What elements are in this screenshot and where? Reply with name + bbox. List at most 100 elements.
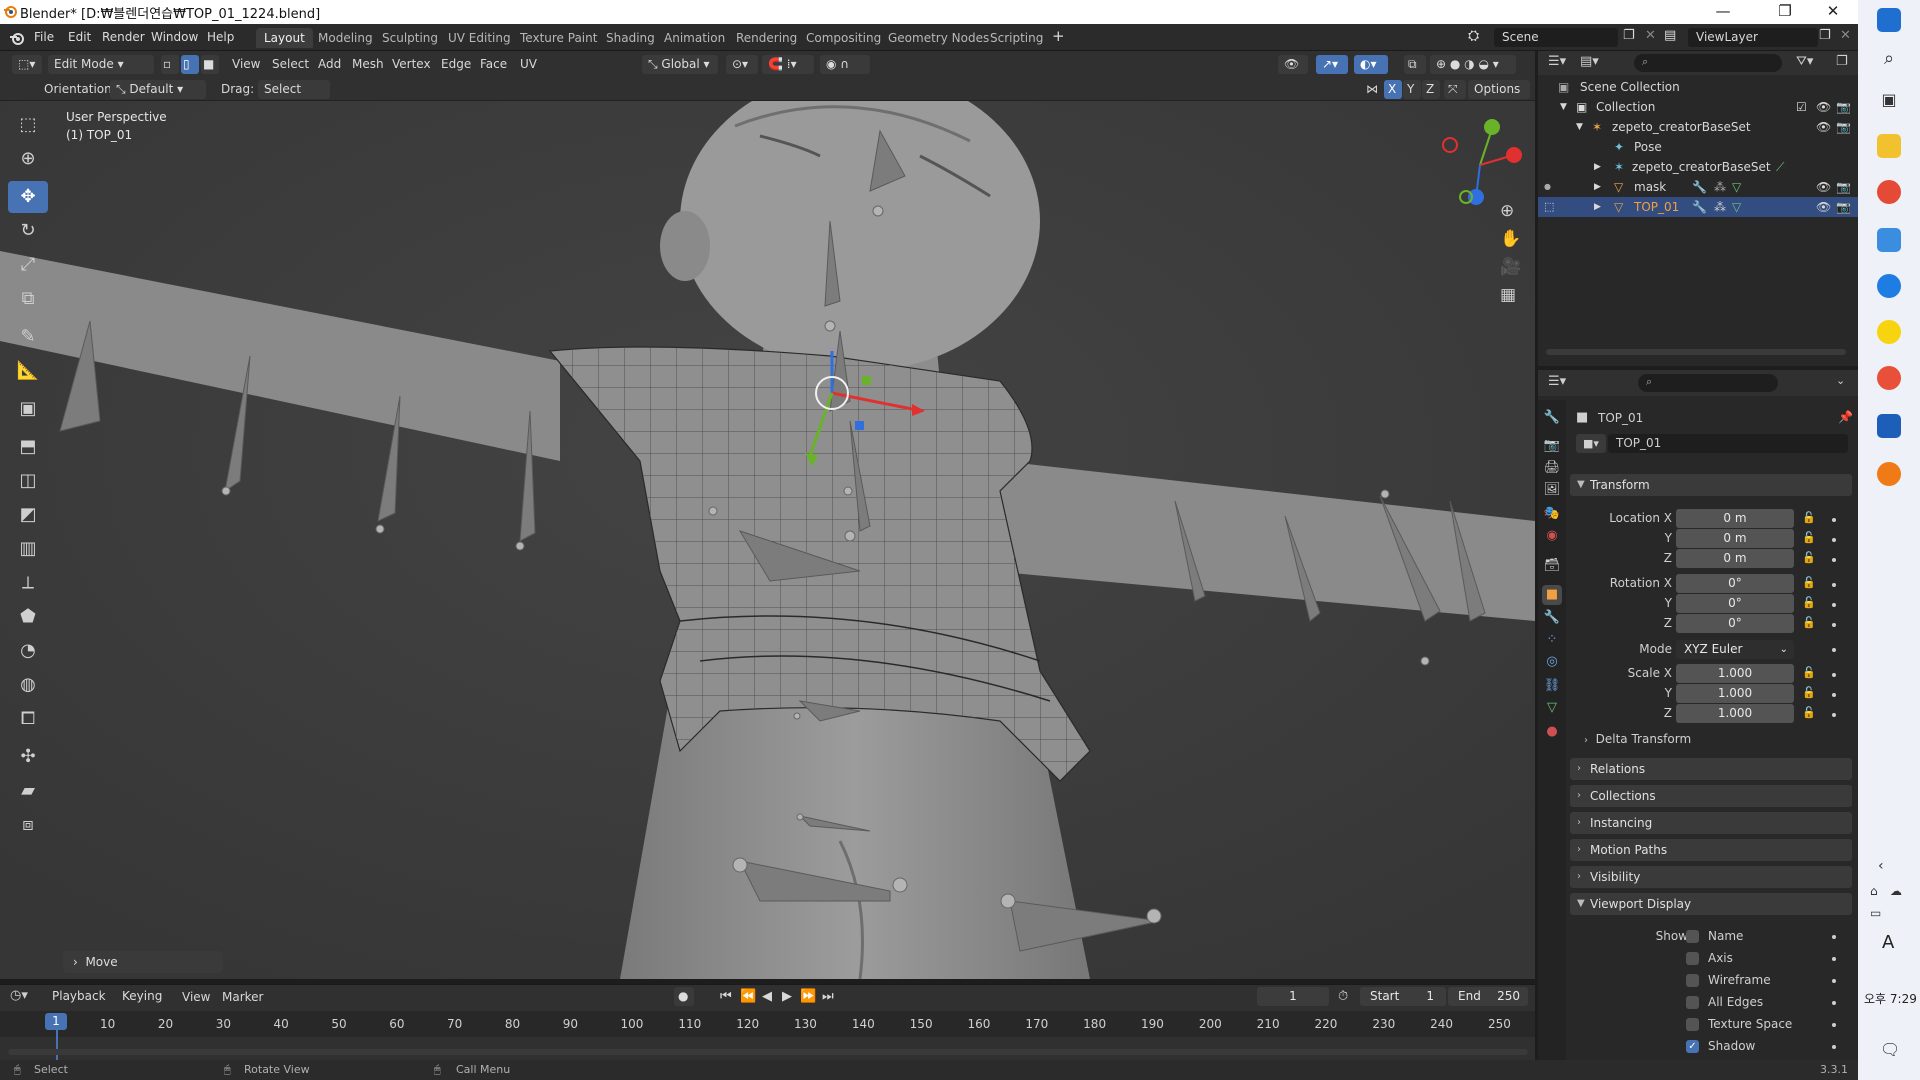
search-icon[interactable]: ⌕ bbox=[1877, 48, 1901, 72]
tab-sculpting[interactable]: Sculpting bbox=[374, 28, 446, 48]
keyframe-dot-icon[interactable] bbox=[1832, 957, 1836, 961]
menu-window[interactable]: Window bbox=[151, 30, 198, 44]
scale-tool[interactable]: ⤢ bbox=[8, 249, 48, 281]
disclosure-triangle-icon[interactable]: ▶ bbox=[1594, 177, 1601, 197]
lock-icon[interactable]: 🔓 bbox=[1802, 616, 1816, 629]
keyframe-dot-icon[interactable] bbox=[1832, 623, 1836, 627]
rotation-mode-dropdown[interactable]: XYZ Euler ⌄ bbox=[1676, 640, 1794, 659]
menu-render[interactable]: Render bbox=[102, 30, 145, 44]
stopwatch-icon[interactable]: ⏱ bbox=[1338, 989, 1348, 1004]
keyframe-dot-icon[interactable] bbox=[1832, 583, 1836, 587]
relations-panel-header[interactable]: › Relations bbox=[1570, 758, 1852, 780]
gizmo-toggle-button[interactable]: ↗▾ bbox=[1316, 55, 1348, 74]
properties-search-input[interactable]: ⌕ bbox=[1638, 374, 1778, 392]
tab-shading[interactable]: Shading bbox=[598, 28, 663, 48]
rotation-x-field[interactable]: 0° bbox=[1676, 574, 1794, 593]
camera-icon[interactable]: 📷 bbox=[1836, 197, 1851, 217]
proportional-editing-button[interactable]: ◉ ∩ bbox=[820, 55, 870, 74]
bevel-tool[interactable]: ◩ bbox=[8, 499, 48, 531]
lock-icon[interactable]: 🔓 bbox=[1802, 531, 1816, 544]
visibility-toggle-button[interactable]: 👁▾ bbox=[1278, 55, 1308, 90]
header-menu-view[interactable]: View bbox=[232, 57, 260, 71]
keyframe-dot-icon[interactable] bbox=[1832, 693, 1836, 697]
lock-icon[interactable]: 🔓 bbox=[1802, 511, 1816, 524]
xray-toggle-button[interactable]: ⧉ bbox=[1404, 55, 1426, 74]
instancing-panel-header[interactable]: › Instancing bbox=[1570, 812, 1852, 834]
edit-mode-icon[interactable]: ⬚ bbox=[1544, 197, 1554, 217]
collections-panel-header[interactable]: › Collections bbox=[1570, 785, 1852, 807]
cursor-tool[interactable]: ⊕ bbox=[8, 143, 48, 175]
header-menu-add[interactable]: Add bbox=[318, 57, 341, 71]
face-select-button[interactable]: ■ bbox=[201, 55, 219, 74]
jump-keyframe-back-icon[interactable]: ⏪ bbox=[740, 989, 756, 1004]
scene-selector[interactable]: Scene bbox=[1494, 28, 1618, 47]
lock-icon[interactable]: 🔓 bbox=[1802, 576, 1816, 589]
material-tab-icon[interactable]: ● bbox=[1542, 722, 1562, 742]
outliner-scrollbar[interactable] bbox=[1546, 349, 1846, 355]
current-frame-field[interactable]: 1 bbox=[1257, 987, 1329, 1006]
output-tab-icon[interactable]: 🖨 bbox=[1542, 458, 1562, 478]
display-icon[interactable]: ▭ bbox=[1870, 906, 1881, 920]
navigation-gizmo[interactable] bbox=[1436, 115, 1526, 205]
keyframe-dot-icon[interactable] bbox=[1832, 713, 1836, 717]
add-cube-tool[interactable]: ▣ bbox=[8, 393, 48, 425]
scene-tab-icon[interactable]: 🎭 bbox=[1542, 504, 1562, 524]
mirror-z-button[interactable]: Z bbox=[1422, 80, 1440, 99]
data-tab-icon[interactable]: ▽ bbox=[1542, 698, 1562, 718]
physics-tab-icon[interactable]: ◎ bbox=[1542, 652, 1562, 672]
keyframe-dot-icon[interactable] bbox=[1832, 1023, 1836, 1027]
camera-icon[interactable]: 📷 bbox=[1836, 177, 1851, 197]
disclosure-triangle-icon[interactable]: ▶ bbox=[1594, 157, 1601, 177]
auto-merge-button[interactable]: ⤧ bbox=[1444, 80, 1466, 99]
new-view-layer-icon[interactable]: ❐ bbox=[1819, 28, 1831, 43]
outliner-search-input[interactable]: ⌕ bbox=[1634, 54, 1782, 72]
move-tool[interactable]: ✥ bbox=[8, 181, 48, 213]
start-frame-field[interactable]: Start 1 bbox=[1360, 987, 1446, 1006]
menu-help[interactable]: Help bbox=[207, 30, 234, 44]
extrude-region-tool[interactable]: ⬒ bbox=[8, 431, 48, 463]
inset-faces-tool[interactable]: ◫ bbox=[8, 465, 48, 497]
object-tab-icon[interactable]: ■ bbox=[1542, 585, 1562, 605]
camera-view-icon[interactable]: 🎥 bbox=[1500, 257, 1521, 277]
tab-texture-paint[interactable]: Texture Paint bbox=[512, 28, 605, 48]
pivot-point-button[interactable]: ⊙▾ bbox=[726, 55, 758, 74]
transform-panel-header[interactable]: ▼ Transform bbox=[1570, 474, 1852, 496]
disclosure-triangle-icon[interactable]: ▼ bbox=[1560, 97, 1567, 117]
keyframe-dot-icon[interactable] bbox=[1832, 1001, 1836, 1005]
spin-tool[interactable]: ◔ bbox=[8, 635, 48, 667]
file-explorer-icon[interactable] bbox=[1877, 134, 1901, 158]
edge-select-button[interactable]: ▯ bbox=[181, 55, 199, 74]
remove-scene-icon[interactable]: ✕ bbox=[1645, 28, 1656, 43]
blender-menu-icon[interactable] bbox=[9, 30, 25, 46]
header-menu-uv[interactable]: UV bbox=[520, 57, 537, 71]
poly-build-tool[interactable]: ⬟ bbox=[8, 601, 48, 633]
tab-animation[interactable]: Animation bbox=[656, 28, 733, 48]
view-layer-tab-icon[interactable]: 🖼 bbox=[1542, 480, 1562, 500]
menu-file[interactable]: File bbox=[34, 30, 54, 44]
view-layer-selector[interactable]: ViewLayer bbox=[1688, 28, 1818, 47]
outliner-row[interactable]: ▼ ▣ Collection ☑ 👁 📷 bbox=[1538, 97, 1858, 117]
timeline-editor-type-icon[interactable]: ◷▾ bbox=[10, 988, 28, 1003]
display-mode-icon[interactable]: ▤▾ bbox=[1580, 54, 1599, 69]
ime-indicator[interactable]: A bbox=[1882, 932, 1894, 953]
tab-modeling[interactable]: Modeling bbox=[310, 28, 381, 48]
camera-icon[interactable]: 📷 bbox=[1836, 117, 1851, 137]
jump-keyframe-forward-icon[interactable]: ⏩ bbox=[800, 989, 816, 1004]
rotate-tool[interactable]: ↻ bbox=[8, 215, 48, 247]
outliner-editor-type-icon[interactable]: ☰▾ bbox=[1548, 54, 1566, 69]
keyframe-dot-icon[interactable] bbox=[1832, 558, 1836, 562]
scale-z-field[interactable]: 1.000 bbox=[1676, 704, 1794, 723]
jump-end-icon[interactable]: ⏭ bbox=[822, 989, 834, 1004]
perspective-grid-icon[interactable]: ▦ bbox=[1500, 285, 1516, 305]
motion-paths-panel-header[interactable]: › Motion Paths bbox=[1570, 839, 1852, 861]
tab-rendering[interactable]: Rendering bbox=[728, 28, 805, 48]
lock-icon[interactable]: 🔓 bbox=[1802, 596, 1816, 609]
timeline-marker-menu[interactable]: Marker bbox=[222, 990, 263, 1004]
chrome-icon[interactable] bbox=[1877, 180, 1901, 204]
shrink-fatten-tool[interactable]: ✣ bbox=[8, 741, 48, 773]
object-data-selector[interactable]: ■▾ bbox=[1576, 434, 1606, 453]
maximize-button[interactable]: ❐ bbox=[1762, 0, 1808, 24]
auto-keying-button[interactable]: ● bbox=[674, 987, 694, 1006]
location-y-field[interactable]: 0 m bbox=[1676, 529, 1794, 548]
tab-scripting[interactable]: Scripting bbox=[982, 28, 1051, 48]
